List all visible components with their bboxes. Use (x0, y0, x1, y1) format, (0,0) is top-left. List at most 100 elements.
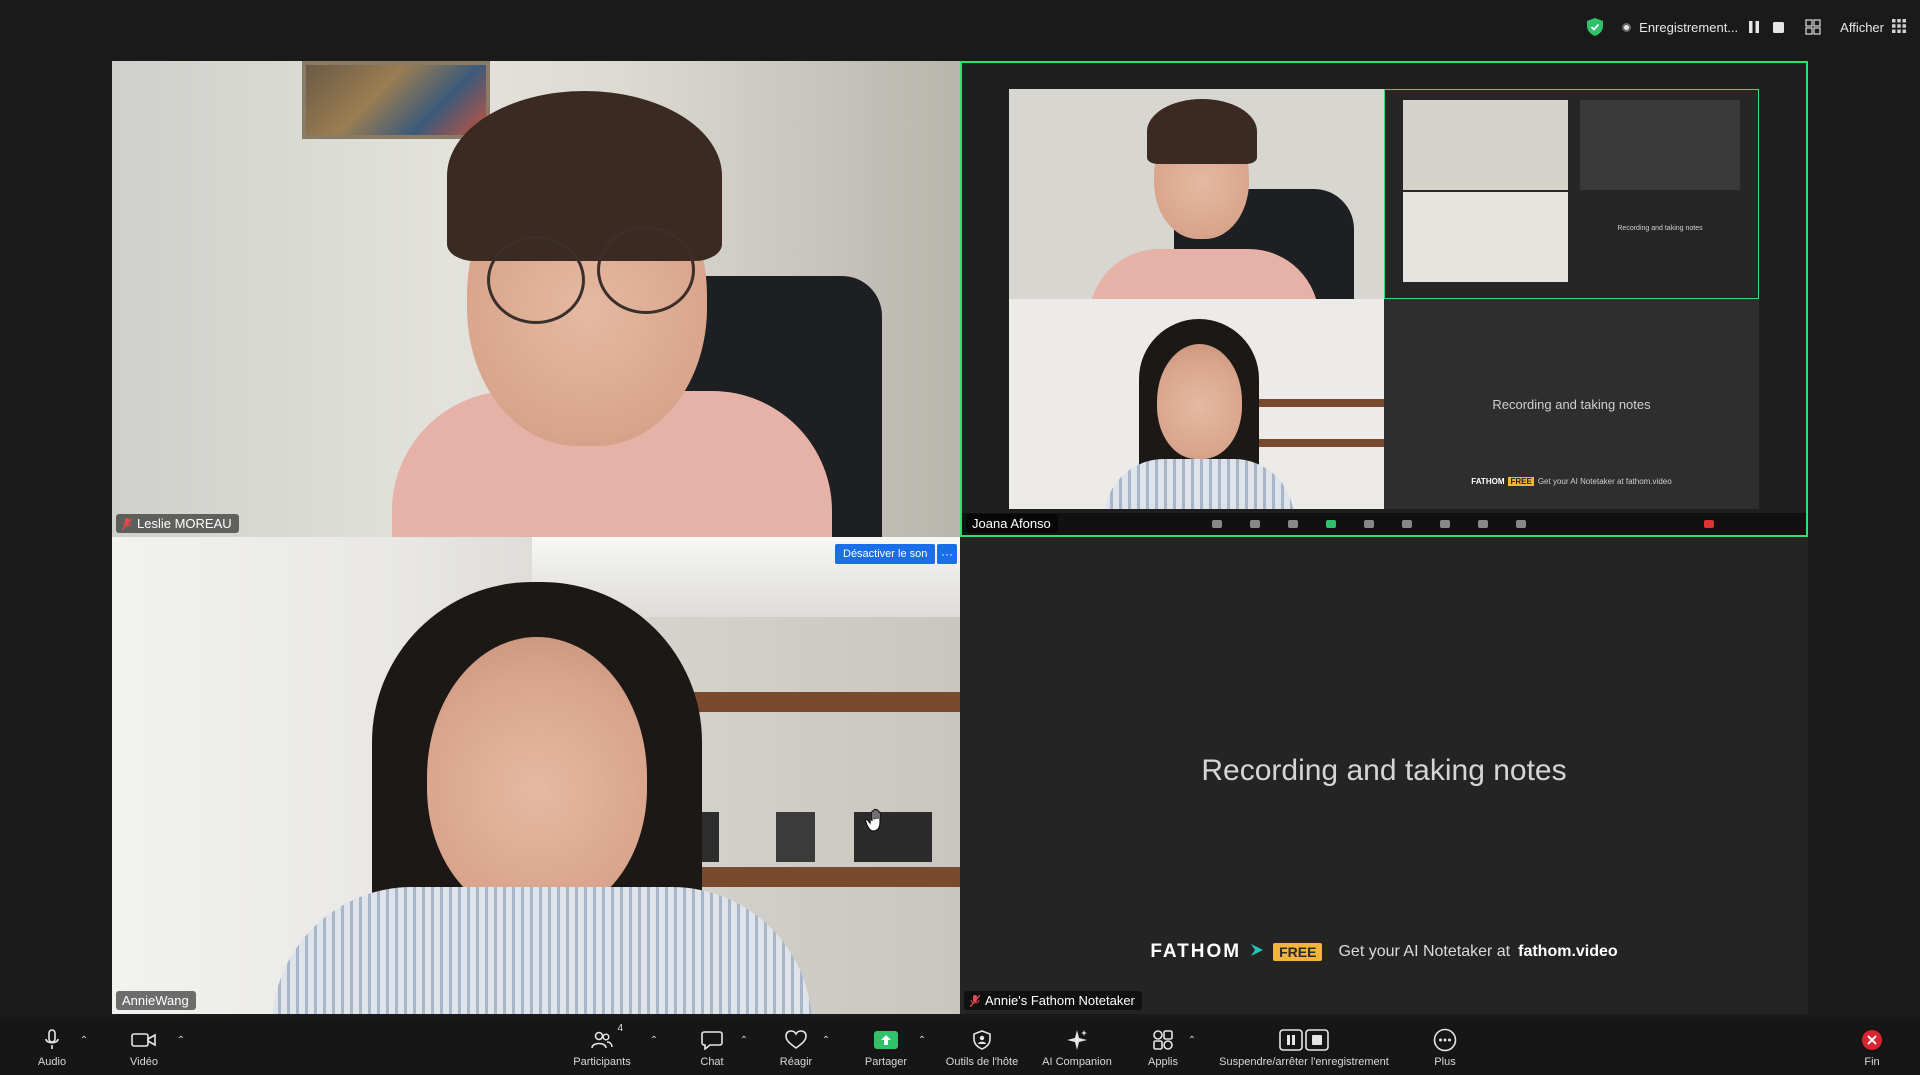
share-screen-icon (874, 1028, 898, 1052)
shared-preview-promo-text: Get your AI Notetaker at fathom.video (1537, 477, 1672, 486)
fathom-free-badge: FREE (1273, 943, 1323, 961)
grid-icon (1892, 18, 1906, 36)
recording-indicator: Enregistrement... (1622, 19, 1786, 35)
end-meeting-button[interactable]: Fin (1854, 1020, 1890, 1075)
fathom-promo-link[interactable]: fathom.video (1518, 943, 1618, 961)
webcam-video (112, 537, 960, 1014)
shared-preview-fathom: Recording and taking notes FATHOM FREE G… (1384, 299, 1759, 509)
participant-name: Joana Afonso (972, 516, 1051, 531)
participant-name-tag: Joana Afonso (966, 514, 1058, 533)
apps-label: Applis (1148, 1055, 1178, 1068)
pause-recording-icon[interactable] (1746, 19, 1762, 35)
apps-icon (1152, 1028, 1174, 1052)
apps-button[interactable]: Applis (1143, 1020, 1183, 1075)
participants-button[interactable]: 4 Participants (566, 1020, 638, 1075)
end-label: Fin (1864, 1055, 1880, 1068)
hand-cursor-icon (864, 808, 888, 841)
mini-apps-icon (1440, 520, 1450, 528)
shared-preview-status-text: Recording and taking notes (1492, 397, 1651, 412)
recording-label: Enregistrement... (1639, 19, 1739, 35)
muted-mic-icon (969, 994, 981, 1007)
fathom-arrow-icon (1249, 942, 1265, 963)
more-button[interactable]: Plus (1425, 1020, 1465, 1075)
mini-record-icon (1478, 520, 1488, 528)
participants-icon: 4 (591, 1023, 623, 1052)
sparkle-icon (1066, 1028, 1088, 1052)
host-tools-button[interactable]: Outils de l'hôte (942, 1020, 1022, 1075)
shared-preview-status-text-small: Recording and taking notes (1617, 225, 1703, 232)
participant-name-tag: AnnieWang (116, 991, 196, 1010)
mini-end-icon (1704, 520, 1714, 528)
video-label: Vidéo (130, 1055, 158, 1068)
audio-options-caret-icon[interactable]: ⌃ (78, 1035, 90, 1047)
host-tools-label: Outils de l'hôte (945, 1055, 1019, 1068)
ai-companion-button[interactable]: AI Companion (1037, 1020, 1117, 1075)
fathom-promo-banner: FATHOM FREE Get your AI Notetaker at fat… (960, 941, 1808, 963)
view-label: Afficher (1840, 19, 1884, 35)
mini-host-tools-icon (1364, 520, 1374, 528)
chat-icon (701, 1028, 723, 1052)
video-tile-joana-active-speaker[interactable]: Recording and taking notes Recording and… (960, 61, 1808, 537)
more-dots-icon (1433, 1028, 1457, 1052)
participants-count: 4 (617, 1022, 623, 1034)
security-shield-icon[interactable] (1586, 17, 1604, 37)
share-label: Partager (864, 1055, 908, 1068)
mini-ai-companion-icon (1402, 520, 1412, 528)
chat-button[interactable]: Chat (692, 1020, 732, 1075)
camera-icon (131, 1028, 157, 1052)
shared-preview-logo: FATHOM (1471, 477, 1505, 486)
video-tile-leslie[interactable]: Leslie MOREAU (112, 61, 960, 537)
participant-name: Leslie MOREAU (137, 516, 232, 531)
react-button[interactable]: Réagir (776, 1020, 816, 1075)
end-close-icon (1862, 1028, 1882, 1052)
record-control-button[interactable]: Suspendre/arrêter l'enregistrement (1209, 1020, 1399, 1075)
video-tile-fathom-notetaker[interactable]: Recording and taking notes FATHOM FREE G… (960, 537, 1808, 1014)
participant-name: AnnieWang (122, 993, 189, 1008)
video-options-caret-icon[interactable]: ⌃ (175, 1035, 187, 1047)
heart-icon (785, 1028, 807, 1052)
audio-button[interactable]: Audio (32, 1020, 72, 1075)
host-shield-icon (973, 1028, 991, 1052)
video-tile-annie[interactable]: AnnieWang (112, 537, 960, 1014)
apps-options-caret-icon[interactable]: ⌃ (1186, 1035, 1198, 1047)
zoom-meeting-window: Enregistrement... Afficher Leslie MOREAU… (0, 0, 1920, 1075)
mini-participants-icon (1212, 520, 1222, 528)
stop-recording-icon[interactable] (1770, 19, 1786, 35)
muted-mic-icon (121, 517, 133, 530)
react-label: Réagir (779, 1055, 813, 1068)
mini-more-icon (1516, 520, 1526, 528)
react-options-caret-icon[interactable]: ⌃ (820, 1035, 832, 1047)
microphone-icon (44, 1028, 60, 1052)
shared-preview-leslie (1009, 89, 1384, 299)
share-button[interactable]: Partager (864, 1020, 908, 1075)
audio-label: Audio (37, 1055, 67, 1068)
participant-name: Annie's Fathom Notetaker (985, 993, 1135, 1008)
mini-react-icon (1288, 520, 1298, 528)
mini-share-icon (1326, 520, 1336, 528)
participants-options-caret-icon[interactable]: ⌃ (648, 1035, 660, 1047)
mini-chat-icon (1250, 520, 1260, 528)
unmute-request-button[interactable]: Désactiver le son (835, 544, 936, 564)
participants-label: Participants (573, 1055, 631, 1068)
notetaker-status-text: Recording and taking notes (1201, 754, 1567, 787)
share-options-caret-icon[interactable]: ⌃ (916, 1035, 928, 1047)
participant-name-tag: Annie's Fathom Notetaker (964, 991, 1142, 1010)
pause-stop-recording-icon (1279, 1028, 1329, 1052)
shared-preview-toolbar (962, 513, 1806, 535)
view-button[interactable]: Afficher (1840, 18, 1906, 36)
tile-more-options-button[interactable]: ··· (937, 544, 957, 564)
webcam-video (112, 61, 960, 537)
shared-preview-badge: FREE (1508, 477, 1534, 486)
fathom-promo-text: Get your AI Notetaker at (1338, 943, 1511, 960)
more-label: Plus (1434, 1055, 1456, 1068)
gallery-view-icon[interactable] (1804, 19, 1822, 35)
top-bar: Enregistrement... Afficher (0, 0, 1920, 54)
shared-preview-promo: FATHOM FREE Get your AI Notetaker at fat… (1384, 477, 1759, 486)
chat-label: Chat (700, 1055, 724, 1068)
video-button[interactable]: Vidéo (124, 1020, 164, 1075)
chat-options-caret-icon[interactable]: ⌃ (738, 1035, 750, 1047)
shared-preview-annie (1009, 299, 1384, 509)
recording-dot-icon (1622, 22, 1632, 32)
record-control-label: Suspendre/arrêter l'enregistrement (1219, 1055, 1389, 1068)
fathom-logo: FATHOM (1150, 941, 1242, 962)
